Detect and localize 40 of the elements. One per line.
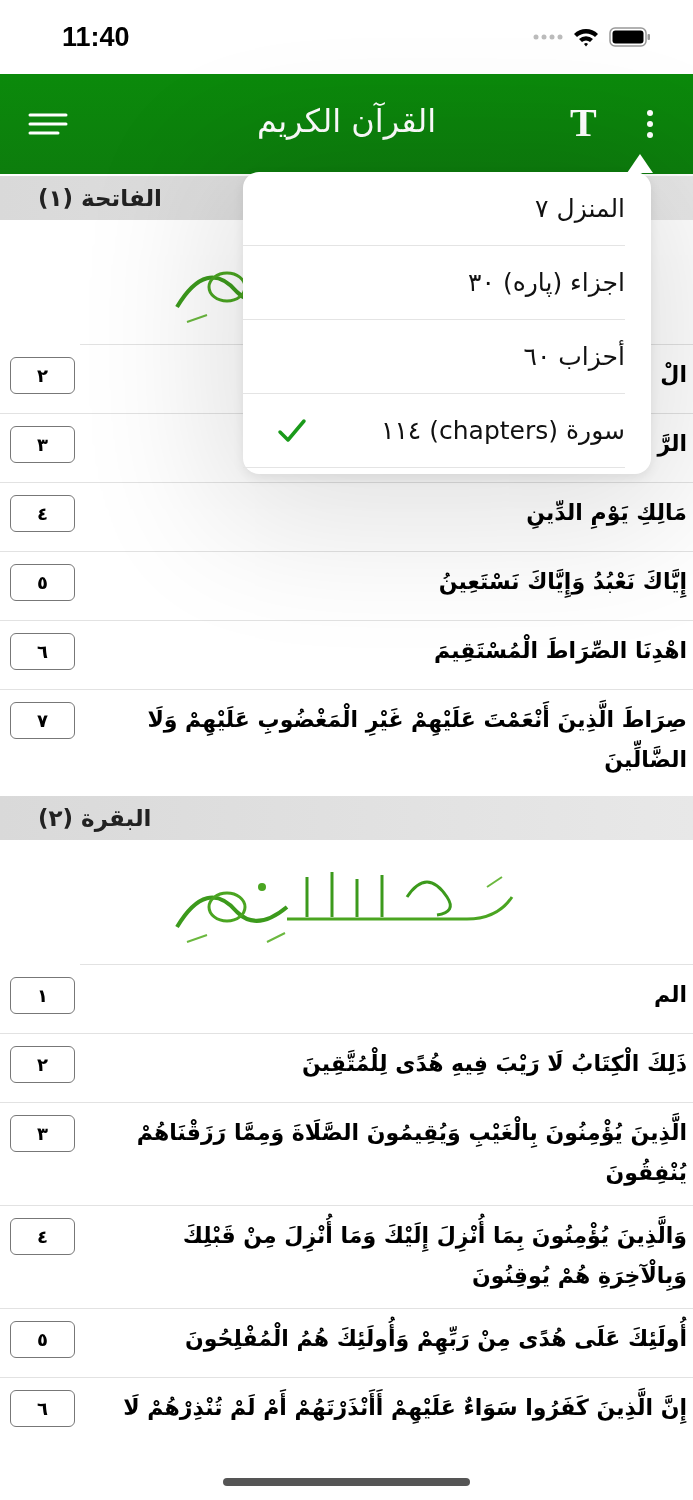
menu-item-label: أحزاب ٦٠ (523, 342, 625, 371)
battery-icon (609, 27, 651, 47)
menu-item-label: اجزاء (پاره) ٣٠ (468, 268, 625, 297)
verse-text: صِرَاطَ الَّذِينَ أَنْعَمْتَ عَلَيْهِمْ غَيْرِ الْمَغْضُوبِ عَلَيْهِمْ وَلَا الضَّالِّينَ (95, 700, 687, 780)
verse-text: الرَّ (657, 430, 687, 459)
wifi-icon (573, 27, 599, 47)
verse-number-button[interactable]: ٢ (10, 1046, 75, 1083)
verse-number-button[interactable]: ٦ (10, 1390, 75, 1427)
menu-item-label: المنزل ٧ (535, 194, 625, 223)
verse-number-button[interactable]: ٥ (10, 564, 75, 601)
verse-number-button[interactable]: ٣ (10, 426, 75, 463)
verse-number-button[interactable]: ٣ (10, 1115, 75, 1152)
menu-item[interactable]: سورة (chapters) ١١٤ (243, 394, 625, 468)
verse-number-button[interactable]: ٦ (10, 633, 75, 670)
verse-text: مَالِكِ يَوْمِ الدِّينِ (526, 493, 687, 533)
app-title: القرآن الكريم (256, 102, 437, 140)
verse-number-button[interactable]: ٥ (10, 1321, 75, 1358)
verse-text: الم (653, 981, 687, 1009)
menu-item-label: سورة (chapters) ١١٤ (381, 416, 625, 445)
verse-number-button[interactable]: ٤ (10, 495, 75, 532)
status-time: 11:40 (62, 21, 130, 53)
menu-button[interactable] (28, 112, 68, 136)
verse-number-button[interactable]: ٢ (10, 357, 75, 394)
verse-text: الْ (660, 361, 687, 389)
verse-text: الَّذِينَ يُؤْمِنُونَ بِالْغَيْبِ وَيُقِيمُونَ الصَّلَاةَ وَمِمَّا رَزَقْنَاهُمْ يُنْفِقُونَ (95, 1113, 687, 1193)
verse-number-button[interactable]: ٤ (10, 1218, 75, 1255)
surah-title: البقرة (٢) (38, 805, 152, 831)
signal-icon (533, 33, 563, 41)
verse-text: اهْدِنَا الصِّرَاطَ الْمُسْتَقِيمَ (434, 631, 687, 671)
more-button[interactable] (644, 109, 656, 139)
menu-item[interactable]: المنزل ٧ (243, 172, 625, 246)
verse-number-button[interactable]: ٧ (10, 702, 75, 739)
menu-item[interactable]: اجزاء (پاره) ٣٠ (243, 246, 625, 320)
font-button[interactable]: T (568, 101, 599, 145)
verse-text: إِيَّاكَ نَعْبُدُ وَإِيَّاكَ نَسْتَعِينُ (438, 562, 687, 602)
verse-text: إِنَّ الَّذِينَ كَفَرُوا سَوَاءٌ عَلَيْهِمْ أَأَنْذَرْتَهُمْ أَمْ لَمْ تُنْذِرْهُمْ لَا (123, 1388, 687, 1428)
verse-number-button[interactable]: ١ (10, 977, 75, 1014)
surah-title: الفاتحة (١) (38, 185, 162, 211)
verse-text: ذَلِكَ الْكِتَابُ لَا رَيْبَ فِيهِ هُدًى لِلْمُتَّقِينَ (302, 1044, 687, 1084)
menu-item[interactable]: أحزاب ٦٠ (243, 320, 625, 394)
